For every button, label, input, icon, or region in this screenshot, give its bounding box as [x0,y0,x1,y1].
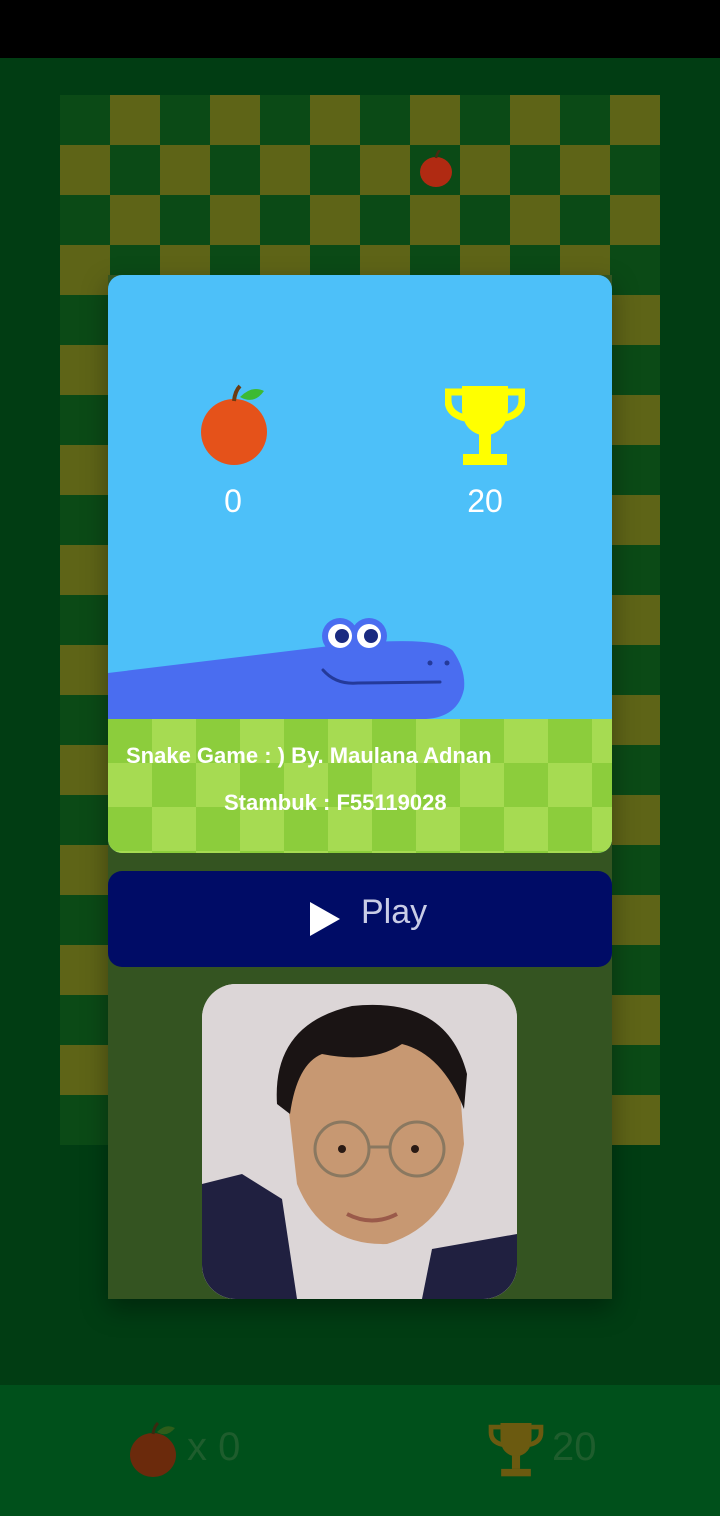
status-bar [0,0,720,58]
score-card: 0 20 Snake Game : ) By. Maulana Adnan St… [108,275,612,853]
grass-strip [108,719,612,853]
bottom-trophy-icon [488,1423,544,1477]
bottom-trophy-count: 20 [552,1425,597,1469]
play-icon [310,902,340,936]
play-button[interactable]: Play [108,871,612,967]
credit-title: Snake Game : ) By. Maulana Adnan [126,743,492,768]
bottom-apple-icon [130,1422,176,1477]
apple-icon [201,384,267,465]
credit-stambuk: Stambuk : F55119028 [224,790,447,815]
play-label: Play [361,893,428,931]
snake-illustration [108,618,465,719]
developer-photo [202,984,517,1299]
bottom-score-bar: x 0 20 [0,1385,720,1516]
trophy-icon [445,386,525,465]
game-over-panel: 0 20 Snake Game : ) By. Maulana Adnan St… [108,275,612,1299]
board-apple-icon [420,150,452,187]
apple-score: 0 [224,483,242,519]
best-score: 20 [467,483,503,519]
bottom-apple-count: x 0 [187,1425,241,1469]
